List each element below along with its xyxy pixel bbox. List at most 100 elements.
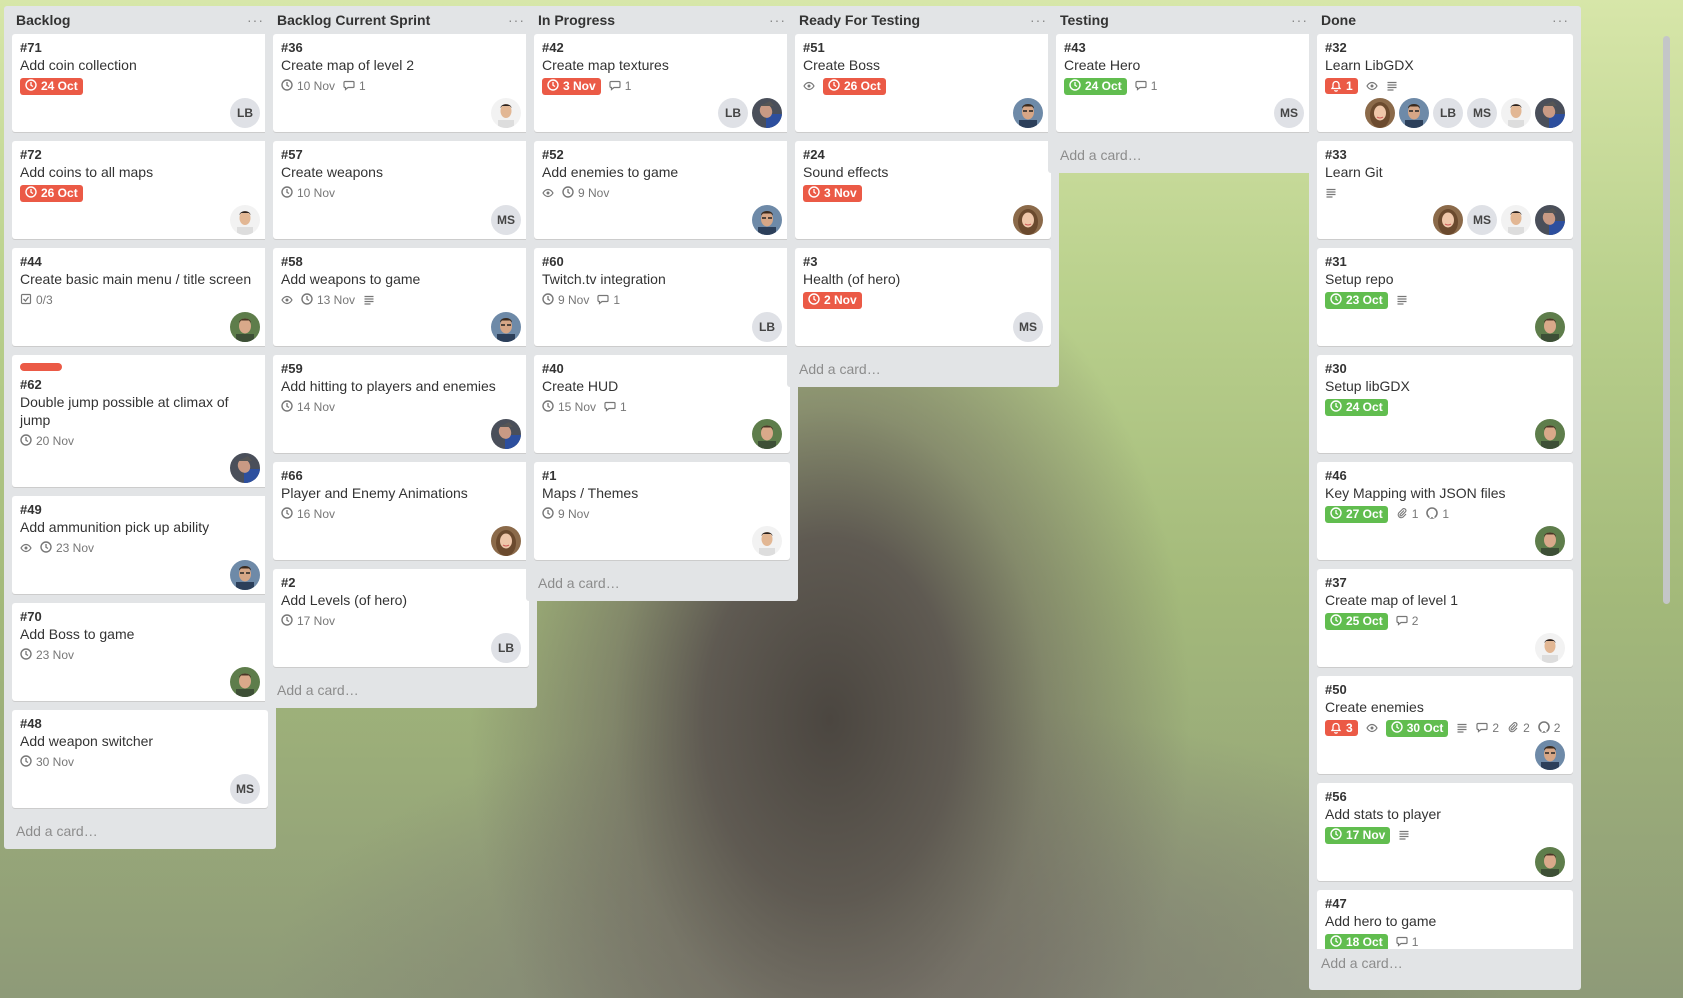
card[interactable]: #2 Add Levels (of hero) 17 Nov LB	[273, 569, 529, 667]
avatar-photo[interactable]	[1535, 740, 1565, 770]
card[interactable]: #62 Double jump possible at climax of jum…	[12, 355, 268, 487]
avatar-initials[interactable]: MS	[230, 774, 260, 804]
card[interactable]: #49 Add ammunition pick up ability 23 Nov	[12, 496, 268, 594]
add-card-link[interactable]: Add a card…	[534, 569, 790, 593]
avatar-photo[interactable]	[1535, 98, 1565, 128]
card-number: #62	[20, 377, 42, 392]
add-card-link[interactable]: Add a card…	[1317, 949, 1573, 973]
card[interactable]: #52 Add enemies to game 9 Nov	[534, 141, 790, 239]
avatar-photo[interactable]	[1013, 98, 1043, 128]
avatar-photo[interactable]	[1535, 312, 1565, 342]
avatar-photo[interactable]	[230, 560, 260, 590]
card[interactable]: #31 Setup repo 23 Oct	[1317, 248, 1573, 346]
card[interactable]: #56 Add stats to player 17 Nov	[1317, 783, 1573, 881]
avatar-photo[interactable]	[230, 667, 260, 697]
list-title[interactable]: Backlog Current Sprint	[277, 12, 430, 28]
avatar-initials[interactable]: MS	[1274, 98, 1304, 128]
avatar-initials[interactable]: LB	[752, 312, 782, 342]
due-date-badge: 24 Oct	[1064, 77, 1127, 95]
card[interactable]: #50 Create enemies 3 30 Oct 2 2 2	[1317, 676, 1573, 774]
avatar-initials[interactable]: LB	[1433, 98, 1463, 128]
card[interactable]: #60 Twitch.tv integration 9 Nov 1 LB	[534, 248, 790, 346]
avatar-photo[interactable]	[230, 205, 260, 235]
list-menu-icon[interactable]: ···	[769, 12, 786, 28]
due-date-text: 17 Nov	[1346, 828, 1386, 842]
avatar-photo[interactable]	[1399, 98, 1429, 128]
card-badges: 17 Nov	[1325, 825, 1565, 845]
avatar-photo[interactable]	[1365, 98, 1395, 128]
card[interactable]: #66 Player and Enemy Animations 16 Nov	[273, 462, 529, 560]
card[interactable]: #71 Add coin collection 24 Oct LB	[12, 34, 268, 132]
list-title[interactable]: Ready For Testing	[799, 12, 920, 28]
avatar-photo[interactable]	[1535, 205, 1565, 235]
avatar-initials[interactable]: LB	[230, 98, 260, 128]
date-badge: 30 Nov	[20, 754, 74, 770]
avatar-initials[interactable]: LB	[718, 98, 748, 128]
card[interactable]: #59 Add hitting to players and enemies 14 …	[273, 355, 529, 453]
card[interactable]: #72 Add coins to all maps 26 Oct	[12, 141, 268, 239]
card[interactable]: #3 Health (of hero) 2 Nov MS	[795, 248, 1051, 346]
add-card-link[interactable]: Add a card…	[1056, 141, 1312, 165]
description-icon	[1456, 722, 1468, 734]
card[interactable]: #44 Create basic main menu / title screen…	[12, 248, 268, 346]
avatar-photo[interactable]	[752, 98, 782, 128]
list-title[interactable]: Testing	[1060, 12, 1109, 28]
add-card-link[interactable]: Add a card…	[12, 817, 268, 841]
list-menu-icon[interactable]: ···	[1291, 12, 1308, 28]
list-menu-icon[interactable]: ···	[508, 12, 525, 28]
card[interactable]: #37 Create map of level 1 25 Oct 2	[1317, 569, 1573, 667]
comment-icon	[609, 79, 621, 94]
card[interactable]: #48 Add weapon switcher 30 Nov MS	[12, 710, 268, 808]
avatar-photo[interactable]	[230, 453, 260, 483]
card[interactable]: #30 Setup libGDX 24 Oct	[1317, 355, 1573, 453]
list-title[interactable]: In Progress	[538, 12, 615, 28]
card[interactable]: #40 Create HUD 15 Nov 1	[534, 355, 790, 453]
date-text: 15 Nov	[558, 400, 597, 414]
avatar-initials[interactable]: MS	[1467, 205, 1497, 235]
card[interactable]: #57 Create weapons 10 Nov MS	[273, 141, 529, 239]
date-badge: 9 Nov	[542, 506, 589, 522]
avatar-photo[interactable]	[1535, 526, 1565, 556]
avatar-photo[interactable]	[752, 205, 782, 235]
card[interactable]: #70 Add Boss to game 23 Nov	[12, 603, 268, 701]
avatar-initials[interactable]: MS	[1013, 312, 1043, 342]
avatar-photo[interactable]	[752, 526, 782, 556]
list-menu-icon[interactable]: ···	[247, 12, 264, 28]
avatar-initials[interactable]: LB	[491, 633, 521, 663]
card[interactable]: #42 Create map textures 3 Nov 1 LB	[534, 34, 790, 132]
card-title: Sound effects	[803, 164, 889, 180]
card[interactable]: #46 Key Mapping with JSON files 27 Oct 1 1	[1317, 462, 1573, 560]
card[interactable]: #43 Create Hero 24 Oct 1 MS	[1056, 34, 1312, 132]
add-card-link[interactable]: Add a card…	[795, 355, 1051, 379]
avatar-photo[interactable]	[1013, 205, 1043, 235]
avatar-photo[interactable]	[230, 312, 260, 342]
done-list-scrollbar[interactable]	[1663, 36, 1670, 604]
add-card-link[interactable]: Add a card…	[273, 676, 529, 700]
avatar-photo[interactable]	[752, 419, 782, 449]
card[interactable]: #58 Add weapons to game 13 Nov	[273, 248, 529, 346]
avatar-photo[interactable]	[491, 419, 521, 449]
avatar-photo[interactable]	[491, 526, 521, 556]
avatar-photo[interactable]	[1501, 205, 1531, 235]
avatar-photo[interactable]	[1535, 419, 1565, 449]
avatar-initials[interactable]: MS	[1467, 98, 1497, 128]
card[interactable]: #24 Sound effects 3 Nov	[795, 141, 1051, 239]
card[interactable]: #51 Create Boss 26 Oct	[795, 34, 1051, 132]
comments-badge: 2	[1396, 614, 1418, 629]
list-menu-icon[interactable]: ···	[1552, 12, 1569, 28]
card[interactable]: #47 Add hero to game 18 Oct 1	[1317, 890, 1573, 949]
card[interactable]: #36 Create map of level 2 10 Nov 1	[273, 34, 529, 132]
card[interactable]: #1 Maps / Themes 9 Nov	[534, 462, 790, 560]
card[interactable]: #32 Learn LibGDX 1 LB MS	[1317, 34, 1573, 132]
list-menu-icon[interactable]: ···	[1030, 12, 1047, 28]
avatar-photo[interactable]	[491, 312, 521, 342]
list-title[interactable]: Done	[1321, 12, 1356, 28]
card[interactable]: #33 Learn Git MS	[1317, 141, 1573, 239]
list-title[interactable]: Backlog	[16, 12, 70, 28]
avatar-initials[interactable]: MS	[491, 205, 521, 235]
avatar-photo[interactable]	[1535, 847, 1565, 877]
avatar-photo[interactable]	[491, 98, 521, 128]
avatar-photo[interactable]	[1535, 633, 1565, 663]
avatar-photo[interactable]	[1501, 98, 1531, 128]
avatar-photo[interactable]	[1433, 205, 1463, 235]
